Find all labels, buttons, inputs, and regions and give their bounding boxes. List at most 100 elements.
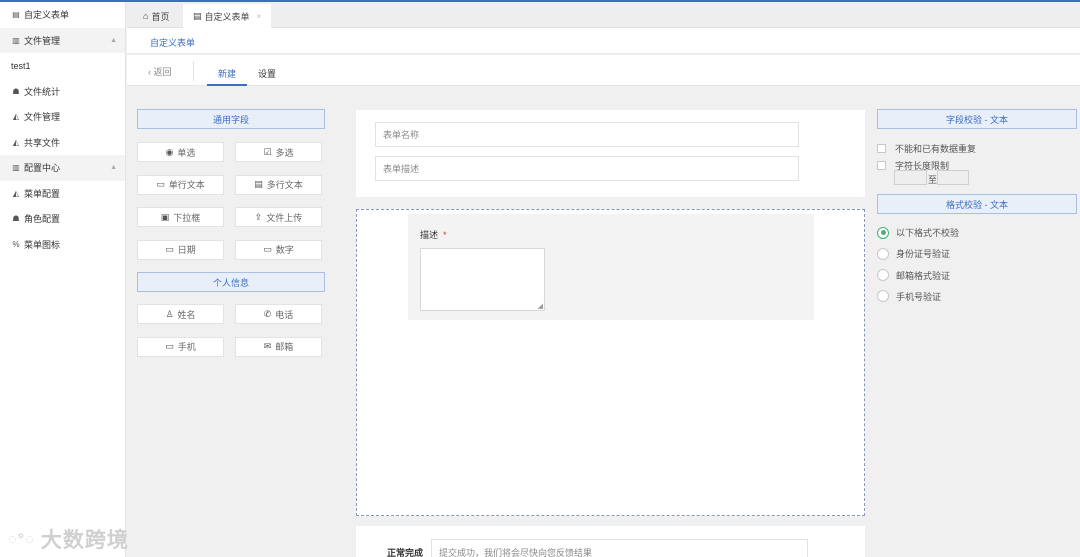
date-icon: ▭ <box>165 244 174 254</box>
field-button[interactable]: ✆ 电话 <box>235 304 322 324</box>
form-header-card: 表单名称 表单描述 <box>356 110 865 197</box>
field-button-label: 手机 <box>177 342 196 352</box>
field-button-label: 单行文本 <box>168 180 205 190</box>
area-chart-icon: ◭ <box>12 112 20 122</box>
format-option-label: 身份证号验证 <box>896 249 951 260</box>
form-canvas[interactable]: 描述 * ◢ <box>356 209 865 516</box>
field-button[interactable]: ▭ 数字 <box>235 239 322 260</box>
tab-bar: ⌂ 首页 ▤ 自定义表单 × <box>127 2 1080 28</box>
no-duplicate-checkbox[interactable] <box>877 144 886 153</box>
form-description-input[interactable]: 表单描述 <box>375 156 799 181</box>
sidebar-item[interactable]: ◭ 菜单配置 <box>0 181 125 207</box>
common-fields-title: 通用字段 <box>137 109 325 129</box>
tab-home[interactable]: ⌂ 首页 <box>133 4 179 28</box>
field-button[interactable]: ✉ 邮箱 <box>235 336 322 357</box>
completion-card: 正常完成 提交成功，我们将会尽快向您反馈结果 <box>356 526 865 557</box>
dropdown-icon: ▣ <box>160 211 170 222</box>
radio-icon: ◉ <box>165 146 174 157</box>
length-to-label: 至 <box>928 175 938 185</box>
field-button[interactable]: ▭ 日期 <box>137 239 224 260</box>
length-min-input[interactable] <box>894 170 927 185</box>
sidebar-item[interactable]: % 菜单图标 <box>0 232 125 258</box>
sidebar-item-label: 菜单配置 <box>24 188 61 199</box>
field-button-label: 姓名 <box>177 309 196 320</box>
description-textarea[interactable]: ◢ <box>420 248 545 311</box>
tab-settings[interactable]: 设置 <box>258 67 276 80</box>
sidebar-item[interactable]: ☗ 文件统计 <box>0 79 125 105</box>
required-mark: * <box>443 230 447 240</box>
field-button-label: 多选 <box>275 147 294 158</box>
single-line-text-icon: ▭ <box>156 179 165 189</box>
radio-icon[interactable] <box>877 290 889 303</box>
form-name-input[interactable]: 表单名称 <box>375 122 799 147</box>
sidebar-item[interactable]: ▥ 配置中心 ▲ <box>0 155 125 181</box>
mail-icon: ✉ <box>263 341 272 351</box>
format-option[interactable]: 手机号验证 <box>877 290 941 303</box>
no-duplicate-checkbox-row[interactable]: 不能和已有数据重复 <box>877 142 976 155</box>
field-button[interactable]: ▭ 手机 <box>137 336 224 357</box>
field-button[interactable]: ☑ 多选 <box>235 142 322 162</box>
completion-message-input[interactable]: 提交成功，我们将会尽快向您反馈结果 <box>431 539 808 557</box>
field-button-label: 下拉框 <box>173 212 201 223</box>
close-icon[interactable]: × <box>257 12 262 21</box>
breadcrumb: 自定义表单 <box>127 28 1080 54</box>
breadcrumb-item[interactable]: 自定义表单 <box>150 36 195 49</box>
length-limit-checkbox[interactable] <box>877 161 886 170</box>
users-icon: ☗ <box>12 86 20 96</box>
radio-icon[interactable] <box>877 269 889 282</box>
upload-icon: ⇪ <box>254 211 263 222</box>
tab-new[interactable]: 新建 <box>218 67 236 80</box>
sidebar-item[interactable]: ◭ 文件管理 <box>0 104 125 130</box>
radio-icon[interactable] <box>877 226 889 239</box>
format-option-label: 手机号验证 <box>896 291 942 302</box>
sidebar-item[interactable]: ◭ 共享文件 <box>0 130 125 156</box>
format-option[interactable]: 以下格式不校验 <box>877 226 959 239</box>
multi-line-text-icon: ▤ <box>254 179 263 189</box>
field-button[interactable]: ▣ 下拉框 <box>137 207 224 227</box>
personal-info-title: 个人信息 <box>137 272 325 292</box>
field-button[interactable]: ◉ 单选 <box>137 142 224 162</box>
format-option[interactable]: 邮箱格式验证 <box>877 269 950 282</box>
format-option[interactable]: 身份证号验证 <box>877 247 950 260</box>
users-icon: ☗ <box>12 214 20 224</box>
field-button[interactable]: ♙ 姓名 <box>137 304 224 324</box>
no-duplicate-label: 不能和已有数据重复 <box>895 144 977 154</box>
back-label: 返回 <box>153 67 172 77</box>
sidebar-item-label: test1 <box>11 60 31 71</box>
radio-icon[interactable] <box>877 247 889 260</box>
resize-handle-icon[interactable]: ◢ <box>538 303 543 310</box>
form-field-description[interactable]: 描述 * ◢ <box>408 214 814 320</box>
checkbox-icon: ☑ <box>263 146 272 157</box>
sidebar-item[interactable]: ☗ 角色配置 <box>0 206 125 232</box>
area-chart-icon: ◭ <box>12 188 20 198</box>
field-button[interactable]: ▤ 多行文本 <box>235 174 322 195</box>
length-max-input[interactable] <box>937 170 969 185</box>
field-button[interactable]: ⇪ 文件上传 <box>235 207 322 227</box>
watermark-text: 大数跨境 <box>40 529 129 552</box>
sidebar-item[interactable]: test1 <box>0 53 125 79</box>
field-button[interactable]: ▭ 单行文本 <box>137 174 224 195</box>
area-chart-icon: ◭ <box>12 137 20 147</box>
format-option-label: 邮箱格式验证 <box>896 270 951 281</box>
document-icon: ▤ <box>12 10 20 20</box>
sidebar-item-label: 文件管理 <box>24 35 61 46</box>
sidebar-item[interactable]: ▥ 文件管理 ▲ <box>0 27 125 53</box>
back-button[interactable]: ‹ 返回 <box>148 65 172 78</box>
sidebar-item-label: 文件统计 <box>24 86 61 97</box>
bar-chart-icon: ▥ <box>12 35 20 45</box>
tab-home-label: 首页 <box>151 11 170 22</box>
watermark-logo-icon: ◌°◌ <box>8 530 35 548</box>
chevron-up-icon: ▲ <box>110 164 117 172</box>
sidebar-item-label: 文件管理 <box>24 112 61 123</box>
document-icon: ▤ <box>193 10 202 21</box>
phone-icon: ✆ <box>263 308 272 319</box>
sidebar-item[interactable]: ▤ 自定义表单 <box>0 2 125 28</box>
sidebar-item-label: 菜单图标 <box>24 239 61 250</box>
bar-chart-icon: ▥ <box>12 163 20 173</box>
field-button-label: 单选 <box>177 147 196 158</box>
form-subnav: ‹ 返回 新建 设置 <box>127 55 1080 86</box>
field-button-label: 邮箱 <box>275 342 294 352</box>
format-option-label: 以下格式不校验 <box>896 228 960 238</box>
field-label: 描述 * <box>420 230 447 240</box>
tab-custom-form[interactable]: ▤ 自定义表单 × <box>183 4 272 28</box>
